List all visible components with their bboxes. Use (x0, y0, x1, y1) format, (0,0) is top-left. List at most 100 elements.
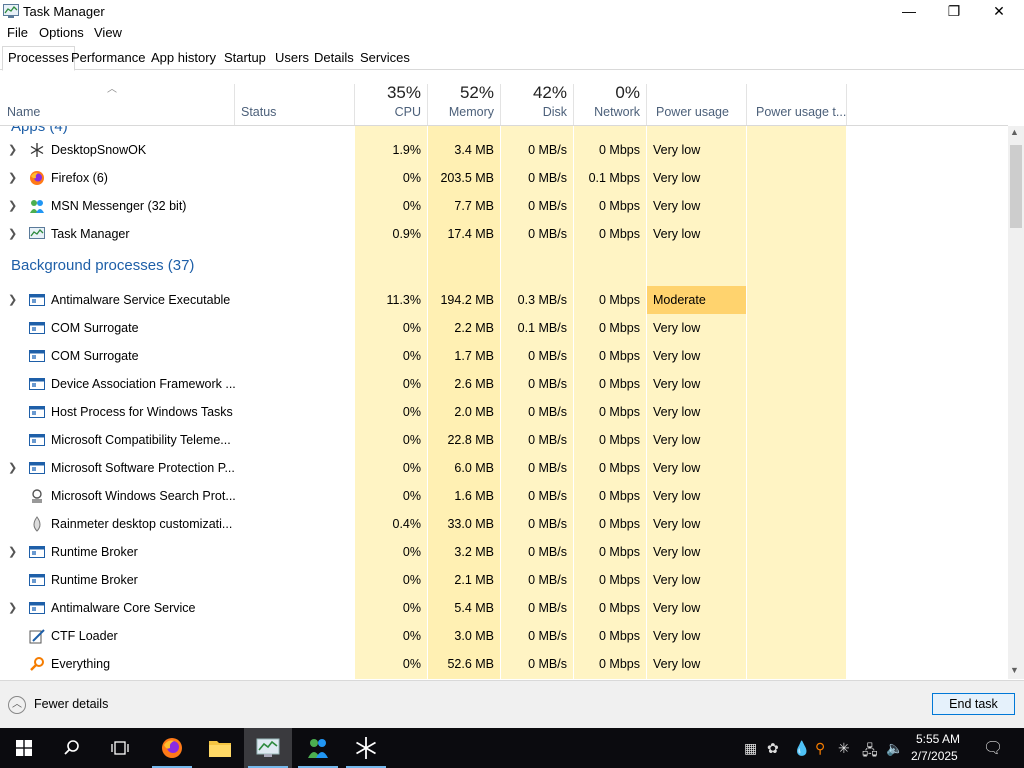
tray-water-drop-icon[interactable]: 💧 (793, 740, 810, 757)
tab-details[interactable]: Details (309, 47, 359, 70)
process-cpu: 0% (402, 657, 421, 671)
expand-chevron-icon[interactable]: ❯ (8, 545, 17, 558)
process-power-usage: Very low (653, 629, 701, 643)
col-status[interactable]: Status (241, 105, 276, 119)
process-memory: 203.5 MB (440, 171, 494, 185)
process-network: 0 Mbps (599, 199, 640, 213)
search-button[interactable] (48, 728, 96, 768)
process-row[interactable]: ❯ MSN Messenger (32 bit) 0% 7.7 MB 0 MB/s 0 M… (0, 192, 1008, 220)
expand-chevron-icon[interactable]: ❯ (8, 227, 17, 240)
service-window-icon (29, 544, 45, 560)
scroll-thumb[interactable] (1010, 145, 1022, 228)
process-row[interactable]: ❯ Antimalware Service Executable 11.3% 194.… (0, 286, 1008, 314)
process-cpu: 0% (402, 545, 421, 559)
tab-startup[interactable]: Startup (219, 47, 271, 70)
process-row[interactable]: ❯ Antimalware Core Service 0% 5.4 MB 0 MB/s 0… (0, 594, 1008, 622)
col-name[interactable]: Name (7, 105, 40, 119)
process-network: 0.1 Mbps (588, 171, 640, 185)
expand-chevron-icon[interactable]: ❯ (8, 293, 17, 306)
expand-chevron-icon[interactable]: ❯ (8, 143, 17, 156)
restore-icon: ❐ (947, 3, 961, 19)
process-row[interactable]: Microsoft Compatibility Teleme... 0% 22.8 … (0, 426, 1008, 454)
process-row[interactable]: ❯ Runtime Broker 0% 3.2 MB 0 MB/s 0 Mbps Very … (0, 538, 1008, 566)
scroll-up-icon[interactable]: ▲ (1010, 127, 1019, 137)
expand-chevron-icon[interactable]: ❯ (8, 199, 17, 212)
process-network: 0 Mbps (599, 573, 640, 587)
col-network[interactable]: Network (594, 105, 640, 119)
expand-chevron-icon[interactable]: ❯ (8, 171, 17, 184)
fewer-details-link[interactable]: Fewer details (34, 697, 108, 711)
process-row[interactable]: ❯ Task Manager 0.9% 17.4 MB 0 MB/s 0 Mbps Very… (0, 220, 1008, 248)
tray-msn-icon[interactable]: ✿ (767, 740, 779, 757)
col-power-usage-trend[interactable]: Power usage t... (756, 105, 846, 119)
menu-view[interactable]: View (94, 25, 122, 40)
process-row[interactable]: Everything 0% 52.6 MB 0 MB/s 0 Mbps Very low (0, 650, 1008, 678)
col-power-usage[interactable]: Power usage (656, 105, 729, 119)
tab-app-history[interactable]: App history (146, 47, 221, 70)
taskbar-msn-messenger[interactable] (294, 728, 342, 768)
col-divider[interactable] (746, 84, 747, 125)
apps-group-header[interactable]: Apps (4) (11, 126, 68, 135)
end-task-button[interactable]: End task (932, 693, 1015, 715)
task-view-button[interactable] (96, 728, 144, 768)
tray-volume-icon[interactable]: 🔈 (886, 740, 903, 757)
process-row[interactable]: ❯ Microsoft Software Protection P... 0% 6.0… (0, 454, 1008, 482)
tray-everything-search-icon[interactable]: ⚲ (815, 740, 825, 757)
process-row[interactable]: Rainmeter desktop customizati... 0.4% 33.0… (0, 510, 1008, 538)
tab-performance[interactable]: Performance (66, 47, 150, 70)
col-divider[interactable] (846, 84, 847, 125)
taskbar-task-manager[interactable] (244, 728, 292, 768)
process-row[interactable]: Microsoft Windows Search Prot... 0% 1.6 MB… (0, 482, 1008, 510)
process-row[interactable]: COM Surrogate 0% 2.2 MB 0.1 MB/s 0 Mbps Very … (0, 314, 1008, 342)
tab-users[interactable]: Users (270, 47, 314, 70)
snowflake-icon (356, 737, 376, 759)
scroll-down-icon[interactable]: ▼ (1010, 665, 1019, 675)
process-name: DesktopSnowOK (51, 143, 147, 157)
start-button[interactable] (0, 728, 48, 768)
minimize-button[interactable]: — (886, 0, 932, 22)
process-power-usage: Very low (653, 321, 701, 335)
col-divider[interactable] (427, 84, 428, 125)
taskbar-desktopsnowok[interactable] (342, 728, 390, 768)
close-button[interactable]: ✕ (976, 0, 1022, 22)
process-row[interactable]: Runtime Broker 0% 2.1 MB 0 MB/s 0 Mbps Very l… (0, 566, 1008, 594)
process-row[interactable]: CTF Loader 0% 3.0 MB 0 MB/s 0 Mbps Very low (0, 622, 1008, 650)
tab-processes[interactable]: Processes (2, 46, 75, 71)
expand-chevron-icon[interactable]: ❯ (8, 601, 17, 614)
tab-services[interactable]: Services (355, 47, 415, 70)
expand-chevron-icon[interactable]: ❯ (8, 461, 17, 474)
col-disk[interactable]: Disk (543, 105, 567, 119)
tray-rainmeter-icon[interactable]: ▦ (744, 740, 757, 757)
col-divider[interactable] (354, 84, 355, 125)
process-row[interactable]: Device Association Framework ... 0% 2.6 MB… (0, 370, 1008, 398)
process-row[interactable]: COM Surrogate 0% 1.7 MB 0 MB/s 0 Mbps Very lo… (0, 342, 1008, 370)
tray-network-icon[interactable]: 🖧 (862, 740, 878, 764)
restore-button[interactable]: ❐ (931, 0, 977, 22)
menu-options[interactable]: Options (39, 25, 84, 40)
clock-date[interactable]: 2/7/2025 (911, 749, 958, 763)
process-row[interactable]: ❯ DesktopSnowOK 1.9% 3.4 MB 0 MB/s 0 Mbps Very… (0, 136, 1008, 164)
tray-snowflake-icon[interactable]: ✳ (838, 740, 850, 757)
process-row[interactable]: Host Process for Windows Tasks 0% 2.0 MB 0 … (0, 398, 1008, 426)
col-cpu[interactable]: CPU (395, 105, 421, 119)
taskbar-firefox[interactable] (148, 728, 196, 768)
clock-time[interactable]: 5:55 AM (916, 732, 960, 746)
background-group-header[interactable]: Background processes (37) (11, 257, 194, 274)
process-power-usage: Very low (653, 405, 701, 419)
col-divider[interactable] (500, 84, 501, 125)
menu-file[interactable]: File (7, 25, 28, 40)
taskbar: ▦ ✿ 💧 ⚲ ✳ 🖧 🔈 5:55 AM 2/7/2025 🗨 (0, 728, 1024, 768)
process-row[interactable]: ❯ Firefox (6) 0% 203.5 MB 0 MB/s 0.1 Mbps Very… (0, 164, 1008, 192)
chevron-up-icon[interactable]: ︿ (8, 696, 26, 714)
col-memory[interactable]: Memory (449, 105, 494, 119)
process-network: 0 Mbps (599, 321, 640, 335)
col-divider[interactable] (646, 84, 647, 125)
col-divider[interactable] (573, 84, 574, 125)
disk-total: 42% (532, 83, 567, 102)
notifications-icon[interactable]: 🗨 (983, 738, 1003, 758)
memory-total: 52% (459, 83, 494, 102)
process-power-usage: Very low (653, 489, 701, 503)
col-divider[interactable] (234, 84, 235, 125)
taskbar-file-explorer[interactable] (196, 728, 244, 768)
process-memory: 2.0 MB (454, 405, 494, 419)
